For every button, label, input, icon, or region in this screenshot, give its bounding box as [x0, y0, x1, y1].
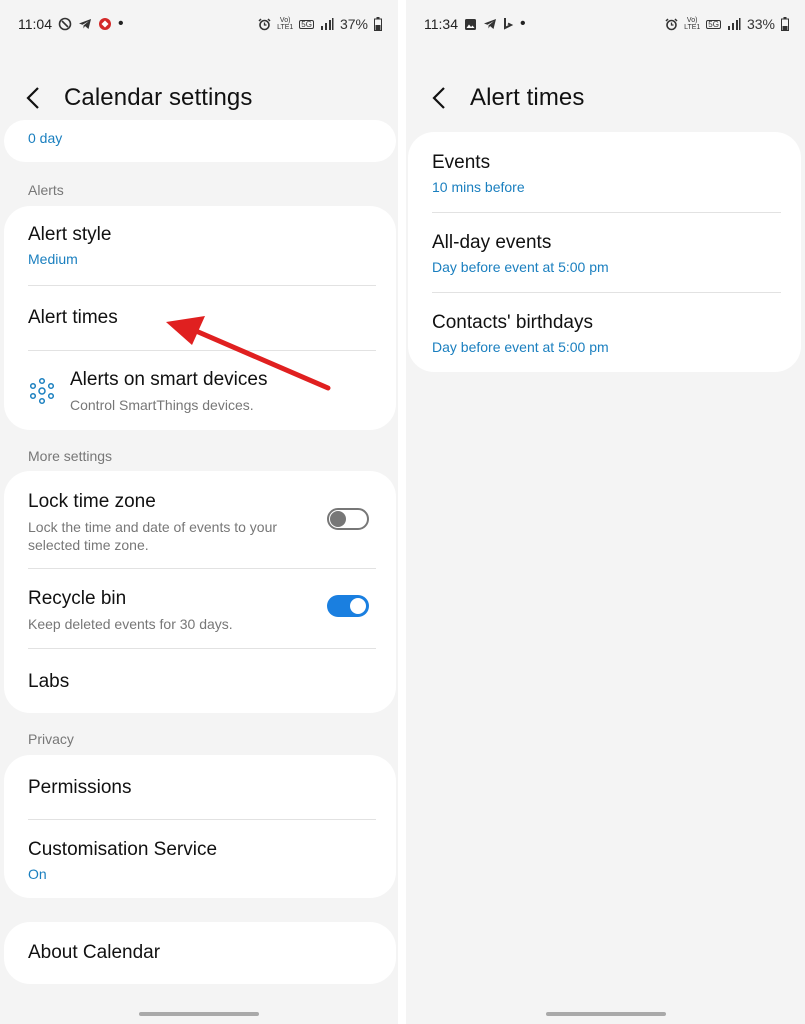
telegram-icon [484, 19, 496, 29]
contacts-birthdays-label: Contacts' birthdays [432, 312, 593, 333]
lock-time-zone-toggle[interactable] [327, 508, 369, 530]
about-calendar-label: About Calendar [28, 942, 161, 963]
lock-time-zone-label: Lock time zone [28, 491, 156, 512]
divider [28, 568, 376, 569]
page-title: Calendar settings [64, 84, 253, 111]
back-button[interactable] [26, 82, 50, 114]
scrolled-item-value: 0 day [28, 130, 63, 146]
sync-icon [58, 17, 72, 31]
toggle-knob [330, 511, 346, 527]
battery-percent: 33% [746, 16, 775, 32]
recycle-bin-label: Recycle bin [28, 588, 127, 609]
smartthings-icon [29, 377, 55, 405]
alert-time-item-all-day-events[interactable]: All-day events Day before event at 5:00 … [432, 232, 781, 275]
battery-icon [781, 17, 789, 31]
alert-times-label: Alert times [28, 307, 118, 328]
about-calendar-item[interactable]: About Calendar [28, 942, 376, 964]
alarm-icon [665, 17, 678, 30]
alarm-icon [258, 17, 271, 30]
battery-icon [374, 17, 382, 31]
lock-time-zone-item[interactable]: Lock time zone Lock the time and date of… [28, 491, 306, 554]
recycle-bin-item[interactable]: Recycle bin Keep deleted events for 30 d… [28, 588, 306, 633]
toggle-knob [350, 598, 366, 614]
contacts-birthdays-value: Day before event at 5:00 pm [432, 339, 609, 355]
all-day-events-label: All-day events [432, 232, 552, 253]
customisation-service-value: On [28, 866, 47, 882]
battery-percent: 37% [339, 16, 368, 32]
divider [28, 819, 376, 820]
events-label: Events [432, 152, 491, 173]
volte-indicator: Vo) LTE1 [277, 17, 294, 31]
about-card: About Calendar [4, 922, 396, 984]
smart-devices-desc: Control SmartThings devices. [70, 397, 254, 413]
signal-icon [320, 18, 334, 30]
signal-icon [727, 18, 741, 30]
divider [28, 350, 376, 351]
alert-style-value: Medium [28, 251, 78, 267]
home-indicator[interactable] [545, 1012, 666, 1016]
volte-indicator: Vo) LTE1 [684, 17, 701, 31]
alert-times-card: Events 10 mins before All-day events Day… [408, 132, 801, 372]
recycle-bin-toggle[interactable] [327, 595, 369, 617]
divider [28, 285, 376, 286]
customisation-service-label: Customisation Service [28, 839, 218, 860]
status-time: 11:34 [424, 16, 458, 32]
chevron-left-icon [26, 87, 39, 109]
more-notifications-icon: • [118, 15, 124, 32]
notification-app-icon [99, 18, 111, 30]
section-header-more-settings: More settings [28, 448, 113, 464]
lock-time-zone-desc-line2: selected time zone. [28, 537, 149, 553]
home-indicator[interactable] [139, 1012, 259, 1016]
privacy-card: Permissions Customisation Service On [4, 755, 396, 898]
chevron-left-icon [432, 87, 445, 109]
recycle-bin-desc: Keep deleted events for 30 days. [28, 616, 233, 632]
gallery-icon [465, 18, 476, 30]
smart-devices-item[interactable]: Alerts on smart devices Control SmartThi… [28, 369, 376, 414]
right-screen: 11:34 • Vo) LTE1 5G 33% Alert times Event… [406, 0, 805, 1024]
alert-style-item[interactable]: Alert style Medium [28, 224, 376, 267]
section-header-privacy: Privacy [28, 731, 74, 747]
more-notifications-icon: • [520, 15, 526, 32]
app-bar: Alert times [432, 80, 805, 116]
alerts-card: Alert style Medium Alert times Alerts on… [4, 206, 396, 430]
smart-devices-label: Alerts on smart devices [70, 369, 268, 390]
labs-label: Labs [28, 671, 70, 692]
permissions-item[interactable]: Permissions [28, 777, 376, 799]
alert-style-label: Alert style [28, 224, 112, 245]
section-header-alerts: Alerts [28, 182, 64, 198]
alert-times-item[interactable]: Alert times [28, 307, 376, 329]
alert-time-item-events[interactable]: Events 10 mins before [432, 152, 781, 195]
network-type-indicator: 5G [299, 19, 314, 29]
back-button[interactable] [432, 82, 456, 114]
events-value: 10 mins before [432, 179, 525, 195]
divider [28, 648, 376, 649]
screen-divider [398, 0, 406, 1024]
network-type-indicator: 5G [706, 19, 721, 29]
status-time: 11:04 [18, 16, 52, 32]
permissions-label: Permissions [28, 777, 132, 798]
labs-item[interactable]: Labs [28, 671, 376, 693]
telegram-icon [79, 19, 91, 29]
more-settings-card: Lock time zone Lock the time and date of… [4, 471, 396, 713]
divider [432, 212, 781, 213]
scrolled-card: 0 day [4, 120, 396, 162]
divider [432, 292, 781, 293]
customisation-service-item[interactable]: Customisation Service On [28, 839, 376, 882]
app-bar: Calendar settings [26, 80, 398, 116]
status-bar: 11:34 • Vo) LTE1 5G 33% [424, 14, 789, 34]
all-day-events-value: Day before event at 5:00 pm [432, 259, 609, 275]
page-title: Alert times [470, 84, 585, 111]
alert-time-item-contacts-birthdays[interactable]: Contacts' birthdays Day before event at … [432, 312, 781, 355]
bing-icon [504, 18, 514, 30]
left-screen: 11:04 • Vo) LTE1 5G 37% Calendar settings… [0, 0, 398, 1024]
status-bar: 11:04 • Vo) LTE1 5G 37% [18, 14, 382, 34]
lock-time-zone-desc-line1: Lock the time and date of events to your [28, 519, 278, 535]
